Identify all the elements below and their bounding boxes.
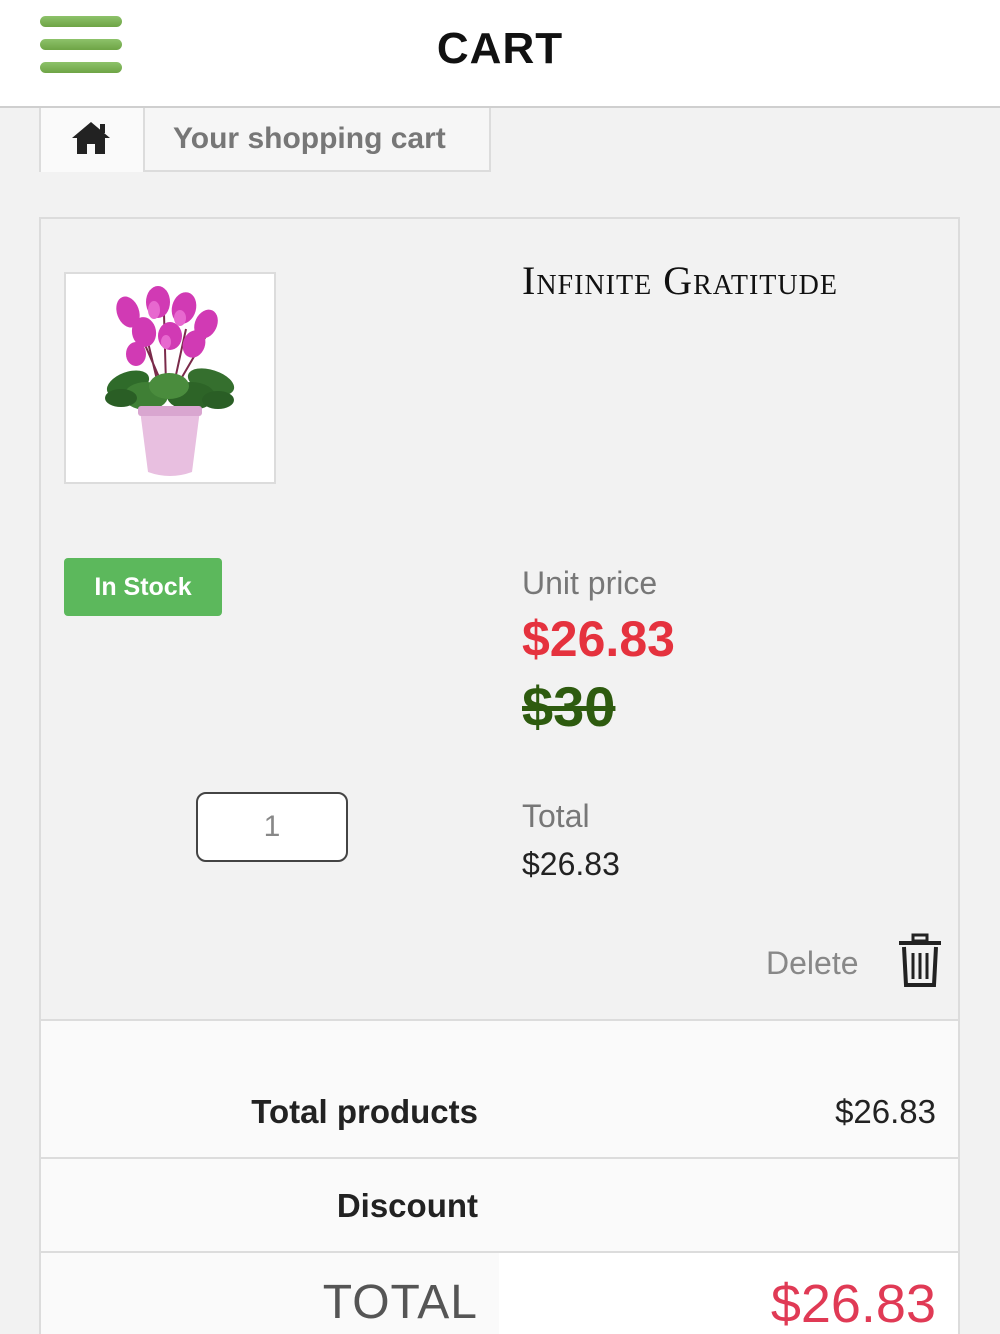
trash-icon: [899, 933, 941, 987]
item-total-label: Total: [522, 798, 590, 834]
total-products-row: Total products $26.83: [41, 1021, 958, 1159]
grand-total-value: $26.83: [770, 1274, 936, 1334]
grand-total-row: TOTAL $26.83: [41, 1253, 958, 1334]
delete-label: Delete: [766, 945, 859, 981]
item-total-value: $26.83: [522, 846, 620, 882]
home-icon: [72, 122, 110, 154]
flower-pot-illustration: [105, 286, 235, 476]
cart-item-card: Infinite Gratitude In Stock Unit price $…: [39, 217, 960, 1334]
total-products-value: $26.83: [835, 1093, 936, 1130]
discount-row: Discount: [41, 1159, 958, 1253]
unit-price-label: Unit price: [522, 565, 658, 601]
delete-button[interactable]: Delete: [754, 933, 944, 989]
cart-summary: Total products $26.83 Discount TOTAL $26…: [41, 1019, 958, 1334]
product-name[interactable]: Infinite Gratitude: [522, 257, 838, 304]
unit-price: $26.83: [522, 611, 675, 667]
grand-total-label: TOTAL: [322, 1276, 478, 1329]
quantity-input[interactable]: 1: [196, 792, 348, 862]
breadcrumb: Your shopping cart: [39, 108, 491, 172]
product-image[interactable]: [64, 272, 276, 484]
original-price: $30: [522, 675, 616, 738]
app-header: CART: [0, 0, 1000, 108]
cart-page: CART Your shopping cart Infinite Gratitu…: [0, 0, 1000, 1334]
total-products-label: Total products: [251, 1093, 478, 1130]
breadcrumb-home[interactable]: [41, 108, 145, 172]
page-title: CART: [436, 24, 564, 73]
discount-label: Discount: [336, 1187, 478, 1224]
stock-status-badge: In Stock: [64, 558, 222, 616]
breadcrumb-current: Your shopping cart: [173, 122, 446, 155]
